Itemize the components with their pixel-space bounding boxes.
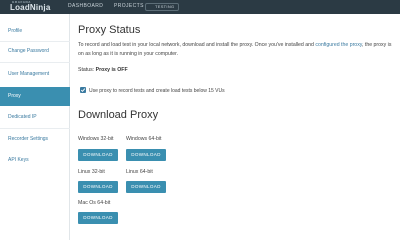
download-button-linux-64[interactable]: DOWNLOAD [126, 181, 166, 193]
proxy-status-title: Proxy Status [78, 24, 141, 36]
proxy-description: To record and load test in your local ne… [78, 41, 396, 58]
download-button-windows-32[interactable]: DOWNLOAD [78, 149, 118, 161]
use-proxy-checkbox-label: Use proxy to record tests and create loa… [89, 88, 225, 94]
download-button-linux-32[interactable]: DOWNLOAD [78, 181, 118, 193]
main-content: Proxy Status To record and load test in … [70, 14, 400, 240]
nav-projects[interactable]: PROJECTS [114, 3, 144, 9]
os-label-windows-64: Windows 64-bit [126, 136, 162, 142]
sidebar-divider [0, 62, 70, 63]
nav-dashboard[interactable]: DASHBOARD [68, 3, 103, 9]
proxy-status-line: Status: Proxy is OFF [78, 67, 128, 73]
sidebar-item-dedicated-ip[interactable]: Dedicated IP [0, 108, 70, 127]
sidebar-item-api-keys[interactable]: API Keys [0, 151, 70, 170]
status-label: Status: [78, 67, 95, 73]
os-label-linux-64: Linux 64-bit [126, 169, 153, 175]
os-label-windows-32: Windows 32-bit [78, 136, 114, 142]
sidebar-item-user-management[interactable]: User Management [0, 65, 70, 84]
use-proxy-checkbox[interactable] [80, 87, 86, 93]
sidebar-item-proxy[interactable]: Proxy [0, 87, 70, 106]
sidebar-item-recorder-settings[interactable]: Recorder Settings [0, 130, 70, 149]
status-value: Proxy is OFF [95, 67, 128, 73]
download-button-windows-64[interactable]: DOWNLOAD [126, 149, 166, 161]
os-label-linux-32: Linux 32-bit [78, 169, 105, 175]
sidebar-item-profile[interactable]: Profile [0, 22, 70, 41]
nav-testing[interactable]: TESTING [155, 4, 174, 9]
download-proxy-title: Download Proxy [78, 109, 159, 121]
settings-sidebar: Profile Change Password User Management … [0, 14, 70, 240]
download-button-mac-64[interactable]: DOWNLOAD [78, 212, 118, 224]
top-navigation-bar: GRAFANA LoadNinja DASHBOARD PROJECTS TES… [0, 0, 400, 14]
configured-proxy-link[interactable]: configured the proxy [315, 42, 362, 48]
checkmark-icon [80, 88, 86, 92]
description-text: To record and load test in your local ne… [78, 42, 314, 48]
sidebar-item-change-password[interactable]: Change Password [0, 42, 70, 61]
os-label-mac-64: Mac Os 64-bit [78, 200, 111, 206]
logo-text: LoadNinja [10, 3, 51, 12]
app-logo[interactable]: GRAFANA LoadNinja [4, 0, 56, 14]
sidebar-divider [0, 128, 70, 129]
